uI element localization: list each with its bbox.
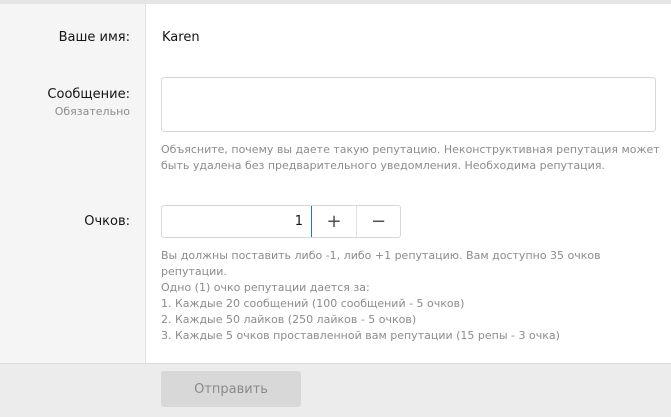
name-label: Ваше имя: [58,30,130,45]
message-field[interactable] [161,77,656,132]
points-stepper: 1 + − [161,205,401,238]
name-value: Karen [162,30,200,45]
message-explain-line: Объясните, почему вы даете такую репутац… [161,143,660,156]
message-explain: Объясните, почему вы даете такую репутац… [161,142,660,174]
points-explain-line: Одно (1) очко репутации дается за: [161,281,370,294]
points-explain-line: Вы должны поставить либо -1, либо +1 реп… [161,249,601,262]
message-explain-line: быть удалена без предварительного уведом… [161,159,605,172]
points-input[interactable]: 1 [162,206,312,237]
points-explain-line: 1. Каждые 20 сообщений (100 сообщений - … [161,297,465,310]
form-footer [0,363,671,417]
label-column [0,4,146,363]
required-hint: Обязательно [54,105,130,118]
points-explain-line: 2. Каждые 50 лайков (250 лайков - 5 очко… [161,313,417,326]
submit-button[interactable]: Отправить [161,371,301,407]
points-explain-line: репутации. [161,265,227,278]
increment-button[interactable]: + [312,206,356,237]
message-label: Сообщение: [47,87,130,102]
points-label: Очков: [84,214,130,229]
points-explain-line: 3. Каждые 5 очков проставленной вам репу… [161,329,560,342]
points-explain: Вы должны поставить либо -1, либо +1 реп… [161,248,601,344]
reputation-form: Ваше имя: Karen Сообщение: Обязательно О… [0,0,671,417]
decrement-button[interactable]: − [356,206,400,237]
